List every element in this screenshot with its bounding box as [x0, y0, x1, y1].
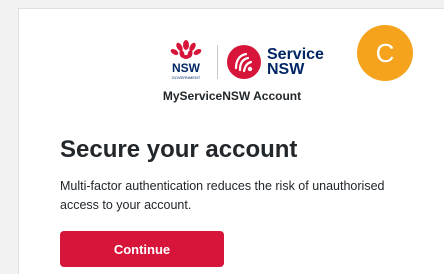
account-title: MyServiceNSW Account: [162, 89, 302, 103]
service-nsw-logo: Service NSW: [226, 44, 324, 80]
page-title: Secure your account: [60, 136, 298, 163]
service-nsw-mark-icon: [227, 45, 261, 79]
nsw-logo-text: NSW: [172, 61, 201, 75]
header-logos: NSW GOVERNMENT Service NSW: [161, 39, 324, 85]
service-logo-line2: NSW: [267, 61, 305, 78]
logo-divider: [217, 45, 218, 79]
auth-card: NSW GOVERNMENT Service NSW MyServiceNSW …: [18, 8, 444, 274]
continue-button[interactable]: Continue: [60, 231, 224, 267]
avatar[interactable]: C: [357, 25, 413, 81]
service-logo-line1: Service: [267, 46, 324, 63]
nsw-logo-subtext: GOVERNMENT: [172, 75, 201, 80]
nsw-government-logo: NSW GOVERNMENT: [170, 40, 202, 80]
mfa-description: Multi-factor authentication reduces the …: [60, 179, 385, 212]
